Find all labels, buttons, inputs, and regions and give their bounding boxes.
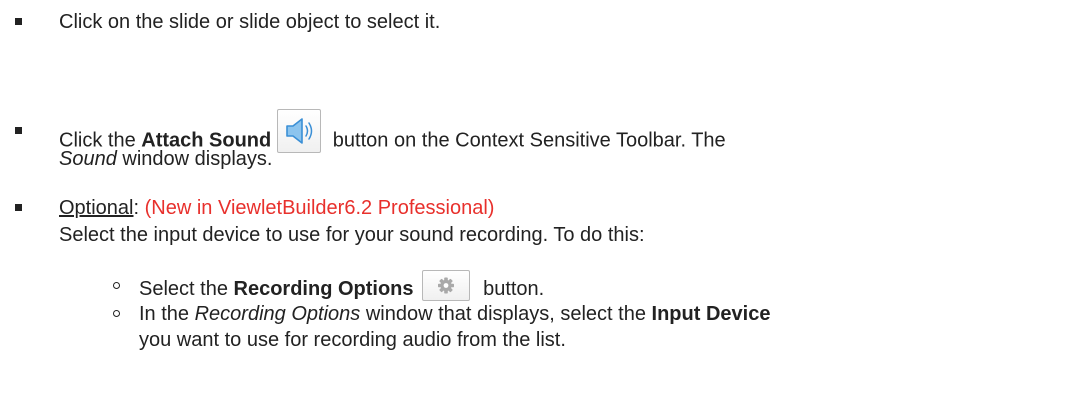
sound-window-name: Sound	[59, 148, 117, 170]
sub-instruction-mid: window that displays, select the	[360, 303, 652, 325]
sub-bullet-marker	[113, 282, 120, 289]
instruction-text: Optional: (New in ViewletBuilder6.2 Prof…	[59, 196, 494, 220]
sub-instruction-pre: Select the	[139, 277, 234, 300]
instruction-select-slide: Click on the slide or slide object to se…	[59, 11, 441, 33]
attach-sound-button[interactable]	[277, 109, 322, 153]
instruction-text: Click on the slide or slide object to se…	[59, 10, 440, 34]
recording-options-label: Recording Options	[233, 277, 414, 300]
recording-options-window-name: Recording Options	[194, 303, 361, 325]
sub-instruction-post: button.	[477, 277, 545, 300]
sub-instruction-pre: In the	[139, 303, 195, 325]
sub-instruction-text: Select the Recording Options button.	[139, 270, 545, 305]
optional-label: Optional	[59, 197, 134, 219]
sub-instruction-text: you want to use for recording audio from…	[139, 328, 566, 352]
gear-icon	[437, 277, 454, 294]
recording-options-button[interactable]	[421, 270, 470, 301]
new-feature-note: (New in ViewletBuilder6.2 Professional)	[144, 197, 495, 219]
instruction-input-device: Select the input device to use for your …	[59, 224, 645, 246]
sub-bullet-marker	[113, 310, 120, 317]
sub-instruction-continuation: you want to use for recording audio from…	[139, 329, 566, 351]
speaker-icon	[286, 118, 313, 144]
input-device-label: Input Device	[651, 303, 771, 325]
instruction-window-displays: window displays.	[116, 148, 273, 170]
bullet-marker	[15, 127, 22, 134]
optional-colon: :	[133, 197, 140, 219]
bullet-marker	[15, 204, 22, 211]
sub-instruction-text: In the Recording Options window that dis…	[139, 302, 770, 326]
instruction-text: Select the input device to use for your …	[59, 223, 645, 247]
bullet-marker	[15, 18, 22, 25]
instruction-text: Sound window displays.	[59, 147, 272, 171]
instruction-attach-post: button on the Context Sensitive Toolbar.…	[327, 129, 726, 152]
